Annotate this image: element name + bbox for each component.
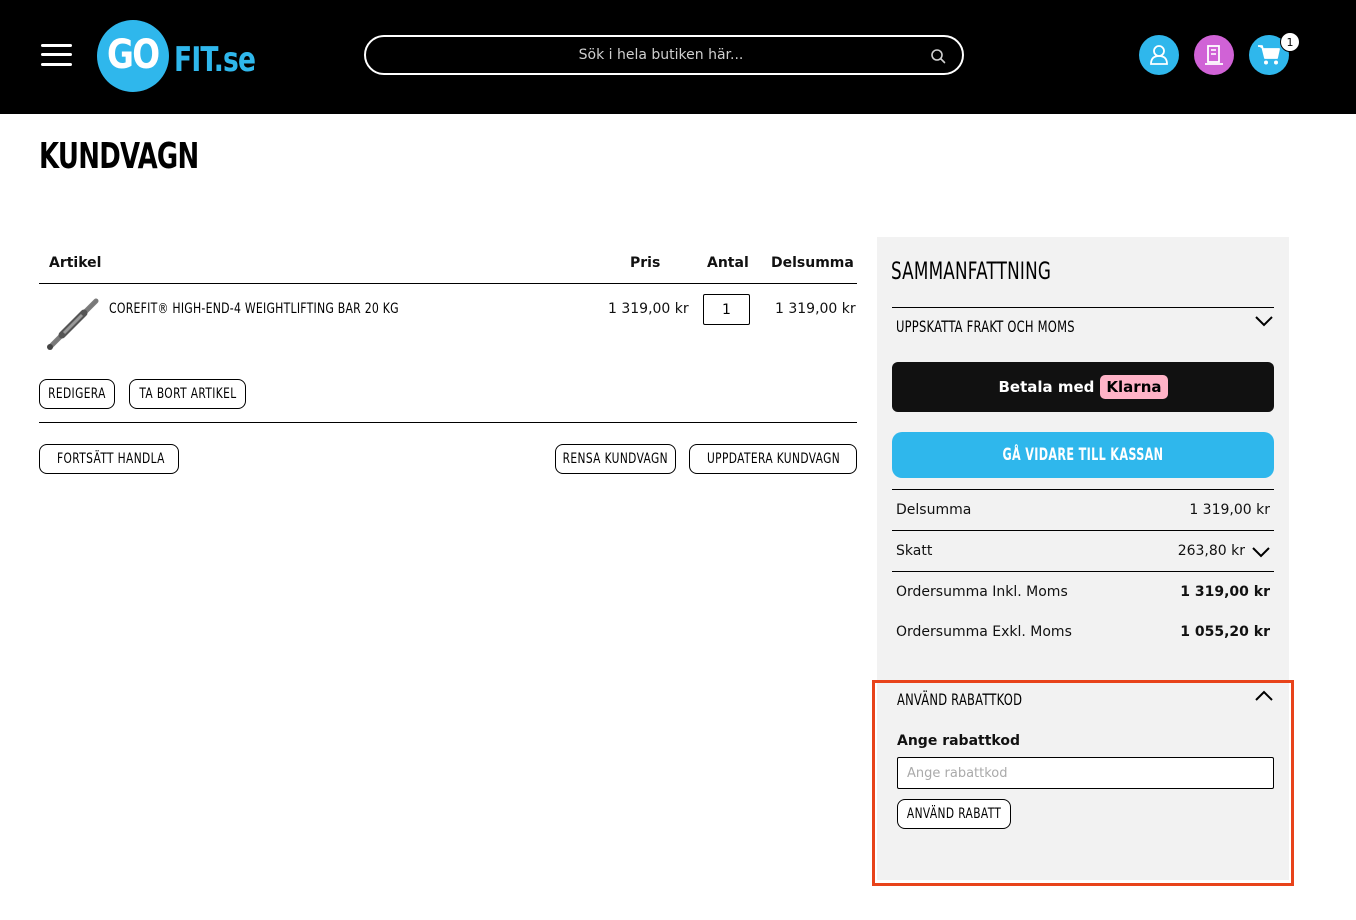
product-subtotal: 1 319,00 kr <box>775 301 856 317</box>
logo-go-text: GO <box>107 32 160 78</box>
wishlist-button[interactable] <box>1194 35 1234 75</box>
menu-icon[interactable] <box>41 44 72 66</box>
search-bar <box>364 35 964 75</box>
continue-shopping-label: FORTSÄTT HANDLA <box>57 451 165 467</box>
divider <box>892 571 1274 572</box>
account-button[interactable] <box>1139 35 1179 75</box>
klarna-pay-button[interactable]: Betala med Klarna <box>892 362 1274 412</box>
continue-shopping-button[interactable]: FORTSÄTT HANDLA <box>39 444 179 474</box>
divider <box>39 283 857 284</box>
edit-item-button[interactable]: REDIGERA <box>39 379 115 409</box>
klarna-logo: Klarna <box>1100 375 1168 399</box>
shipping-estimate-toggle[interactable]: UPPSKATTA FRAKT OCH MOMS <box>892 308 1274 342</box>
edit-item-label: REDIGERA <box>48 386 106 402</box>
total-excl-vat-label: Ordersumma Exkl. Moms <box>896 624 1072 640</box>
divider <box>39 422 857 423</box>
total-incl-vat-label: Ordersumma Inkl. Moms <box>896 584 1068 600</box>
divider <box>892 489 1274 490</box>
discount-title: ANVÄND RABATTKOD <box>897 690 1023 709</box>
remove-item-button[interactable]: TA BORT ARTIKEL <box>129 379 246 409</box>
remove-item-label: TA BORT ARTIKEL <box>138 386 237 402</box>
column-header-subtotal: Delsumma <box>771 255 854 271</box>
column-header-article: Artikel <box>49 255 102 271</box>
update-cart-label: UPPDATERA KUNDVAGN <box>707 451 841 467</box>
site-logo[interactable]: GO FIT.se <box>97 20 267 92</box>
divider <box>892 530 1274 531</box>
discount-toggle[interactable]: ANVÄND RABATTKOD <box>892 686 1274 716</box>
list-icon <box>1205 45 1223 65</box>
chevron-down-icon <box>1255 316 1273 327</box>
product-name[interactable]: COREFIT® HIGH-END-4 WEIGHTLIFTING BAR 20… <box>109 301 399 317</box>
total-excl-vat-value: 1 055,20 kr <box>1180 624 1270 640</box>
subtotal-value: 1 319,00 kr <box>1189 502 1270 518</box>
subtotal-label: Delsumma <box>896 502 972 518</box>
logo-fit-text: FIT.se <box>174 40 256 80</box>
checkout-button[interactable]: GÅ VIDARE TILL KASSAN <box>892 432 1274 478</box>
column-header-qty: Antal <box>707 255 749 271</box>
total-incl-vat-value: 1 319,00 kr <box>1180 584 1270 600</box>
update-cart-button[interactable]: UPPDATERA KUNDVAGN <box>689 444 857 474</box>
apply-discount-button[interactable]: ANVÄND RABATT <box>897 799 1011 829</box>
tax-value: 263,80 kr <box>1177 543 1245 559</box>
clear-cart-label: RENSA KUNDVAGN <box>562 451 669 467</box>
clear-cart-button[interactable]: RENSA KUNDVAGN <box>555 444 676 474</box>
cart-icon <box>1258 45 1280 65</box>
discount-code-input[interactable] <box>897 757 1274 789</box>
search-icon[interactable] <box>930 48 946 64</box>
column-header-price: Pris <box>630 255 661 271</box>
chevron-up-icon <box>1255 690 1273 701</box>
summary-title: SAMMANFATTNING <box>891 257 1052 285</box>
apply-discount-label: ANVÄND RABATT <box>906 806 1002 822</box>
checkout-label: GÅ VIDARE TILL KASSAN <box>1002 445 1164 465</box>
discount-code-label: Ange rabattkod <box>897 733 1020 749</box>
tax-details-chevron-icon[interactable] <box>1252 546 1270 558</box>
klarna-text: Betala med <box>998 378 1095 396</box>
page-title: KUNDVAGN <box>39 136 199 177</box>
product-price: 1 319,00 kr <box>608 301 689 317</box>
user-icon <box>1150 45 1168 65</box>
search-input[interactable] <box>386 37 936 73</box>
quantity-input[interactable] <box>703 294 750 325</box>
tax-label: Skatt <box>896 543 933 559</box>
cart-count-badge: 1 <box>1280 32 1300 52</box>
shipping-estimate-label: UPPSKATTA FRAKT OCH MOMS <box>896 317 1075 336</box>
product-image[interactable] <box>42 295 102 355</box>
